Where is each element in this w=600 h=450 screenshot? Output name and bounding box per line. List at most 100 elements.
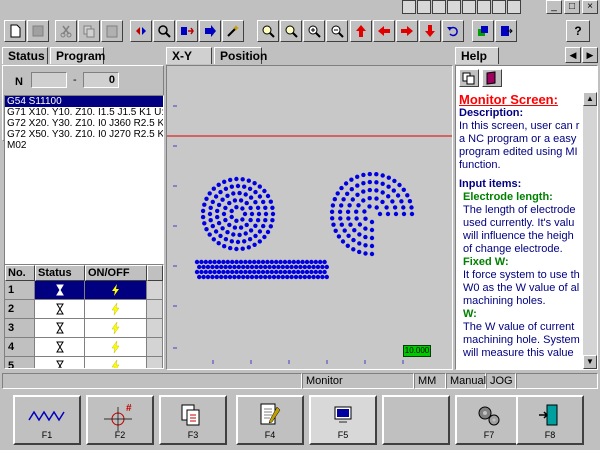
table-scrollbar[interactable] — [147, 281, 163, 300]
move-left-button[interactable] — [373, 20, 395, 42]
tray-icon[interactable] — [492, 0, 506, 14]
tab-status[interactable]: Status — [2, 47, 48, 64]
table-row[interactable]: 3 — [5, 319, 163, 338]
tray-icon[interactable] — [507, 0, 521, 14]
hole-point — [228, 177, 233, 183]
wizard-button[interactable] — [222, 20, 244, 42]
layers-button[interactable] — [472, 20, 494, 42]
hole-point — [302, 274, 307, 280]
tray-icon[interactable] — [417, 0, 431, 14]
table-scrollbar[interactable] — [147, 300, 163, 319]
table-scrollbar[interactable] — [147, 319, 163, 338]
copy-help-button[interactable] — [459, 69, 479, 87]
help-scrollbar[interactable]: ▲ ▼ — [583, 92, 597, 369]
mirror-button[interactable] — [130, 20, 152, 42]
maximize-button[interactable]: □ — [564, 0, 580, 14]
move-down-button[interactable] — [419, 20, 441, 42]
f4-button[interactable]: F4 — [236, 395, 304, 445]
lightning-icon[interactable] — [85, 281, 147, 300]
book-button[interactable] — [482, 69, 502, 87]
tray-icon[interactable] — [402, 0, 416, 14]
hole-point — [230, 259, 235, 265]
zoom-in-button[interactable] — [257, 20, 279, 42]
program-line[interactable]: M02 — [5, 140, 163, 151]
close-button[interactable]: × — [582, 0, 598, 14]
f2-button[interactable]: # F2 — [86, 395, 154, 445]
hole-point — [322, 269, 327, 275]
hole-point — [247, 269, 252, 275]
tab-position[interactable]: Position — [214, 47, 267, 64]
electrode-line: used currently. It's valu — [463, 217, 575, 229]
program-line[interactable]: G54 S11100 — [5, 96, 163, 107]
hole-point — [355, 174, 360, 179]
cut-button[interactable] — [55, 20, 77, 42]
tab-x-y[interactable]: X-Y — [166, 47, 212, 64]
fixed-w-line: It force system to use th — [463, 269, 580, 281]
find-button[interactable] — [153, 20, 175, 42]
hole-point — [246, 178, 251, 183]
f3-button[interactable]: F3 — [159, 395, 227, 445]
hole-point — [241, 274, 246, 280]
f8-button[interactable]: F8 — [516, 395, 584, 445]
program-line[interactable]: G72 X50. Y30. Z10. I0 J270 R2.5 K — [5, 129, 163, 140]
tray-icon[interactable] — [477, 0, 491, 14]
f6-button[interactable] — [382, 395, 450, 445]
lightning-icon[interactable] — [85, 357, 147, 368]
export-button[interactable] — [495, 20, 517, 42]
hole-status-table: No. Status ON/OFF 1 2 3 4 5 — [4, 264, 164, 369]
help-button[interactable]: ? — [566, 20, 590, 42]
prev-page-button[interactable]: ◀ — [565, 47, 581, 63]
f1-button[interactable]: F1 — [13, 395, 81, 445]
f2-label: F2 — [114, 430, 126, 440]
zoom-fit-button[interactable] — [280, 20, 302, 42]
hole-point — [356, 203, 361, 208]
table-row[interactable]: 1 — [5, 281, 163, 300]
lightning-icon[interactable] — [85, 338, 147, 357]
zoom-plus-button[interactable] — [303, 20, 325, 42]
n-start-field[interactable] — [31, 72, 67, 88]
hole-point — [338, 216, 343, 221]
next-button[interactable] — [199, 20, 221, 42]
zoom-minus-button[interactable] — [326, 20, 348, 42]
lightning-icon[interactable] — [85, 300, 147, 319]
hole-point — [293, 264, 299, 270]
tab-help[interactable]: Help — [455, 47, 499, 64]
xy-plot-canvas[interactable]: 10.000 — [166, 65, 453, 370]
f7-button[interactable]: F7 — [455, 395, 523, 445]
scroll-up-button[interactable] — [147, 265, 163, 281]
hourglass-icon — [35, 300, 85, 319]
tab-program[interactable]: Program — [50, 47, 105, 64]
tray-icon[interactable] — [432, 0, 446, 14]
scissors-icon — [60, 25, 72, 38]
paste-button[interactable] — [101, 20, 123, 42]
hole-point — [367, 187, 372, 193]
n-value-field[interactable]: 0 — [83, 72, 119, 88]
undo-button[interactable] — [442, 20, 464, 42]
hole-point — [220, 197, 225, 202]
tray-icon[interactable] — [462, 0, 476, 14]
table-scrollbar[interactable] — [147, 338, 163, 357]
new-file-button[interactable] — [4, 20, 26, 42]
lightning-icon[interactable] — [85, 319, 147, 338]
table-row[interactable]: 2 — [5, 300, 163, 319]
scroll-up-arrow[interactable]: ▲ — [583, 92, 597, 106]
next-page-button[interactable]: ▶ — [582, 47, 598, 63]
table-row[interactable]: 5 — [5, 357, 163, 368]
copy-button[interactable] — [78, 20, 100, 42]
table-row[interactable]: 4 — [5, 338, 163, 357]
program-line[interactable]: G72 X20. Y30. Z10. I0 J360 R2.5 K — [5, 118, 163, 129]
convert-icon — [181, 27, 194, 35]
tray-icon[interactable] — [447, 0, 461, 14]
hole-point — [313, 259, 318, 265]
table-scrollbar[interactable] — [147, 357, 163, 368]
move-right-button[interactable] — [396, 20, 418, 42]
move-up-button[interactable] — [350, 20, 372, 42]
program-line[interactable]: G71 X10. Y10. Z10. I1.5 J1.5 K1 U: — [5, 107, 163, 118]
fixed-w-line: machining holes. — [463, 295, 546, 307]
scroll-down-arrow[interactable]: ▼ — [583, 355, 597, 369]
hole-point — [232, 274, 237, 280]
minimize-button[interactable]: _ — [546, 0, 562, 14]
save-button[interactable] — [27, 20, 49, 42]
convert-button[interactable] — [176, 20, 198, 42]
f5-button[interactable]: F5 — [309, 395, 377, 445]
